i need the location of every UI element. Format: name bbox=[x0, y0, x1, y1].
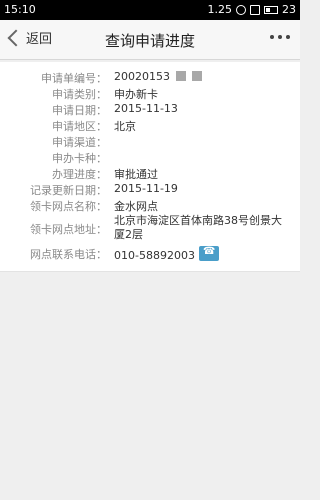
detail-value: 20020153 bbox=[114, 70, 202, 83]
status-icons: 1.25 23 bbox=[208, 3, 297, 16]
detail-label: 领卡网点名称： bbox=[30, 200, 107, 213]
battery-level-text: 1.25 bbox=[207, 3, 233, 16]
app-header: 返回 查询申请进度 bbox=[0, 20, 300, 60]
more-dot-icon bbox=[278, 35, 282, 39]
detail-label: 申请地区： bbox=[52, 120, 107, 133]
detail-value: 北京市海淀区首体南路38号创景大厦2层 bbox=[114, 214, 282, 241]
detail-value: 审批通过 bbox=[114, 168, 158, 181]
detail-value: 北京 bbox=[114, 120, 136, 133]
alarm-icon bbox=[236, 4, 246, 15]
redacted-block bbox=[192, 71, 202, 81]
detail-label: 申请渠道： bbox=[52, 136, 107, 149]
status-bar: 15:10 1.25 23 bbox=[0, 0, 300, 20]
phone-number: 010-58892003 bbox=[114, 249, 195, 262]
battery-icon bbox=[264, 5, 278, 14]
detail-label: 网点联系电话： bbox=[30, 248, 107, 261]
detail-label: 办理进度： bbox=[52, 168, 107, 181]
signal-icon bbox=[250, 4, 260, 15]
detail-label: 记录更新日期： bbox=[30, 184, 107, 197]
detail-value: 申办新卡 bbox=[114, 88, 158, 101]
phone-call-icon[interactable] bbox=[198, 246, 219, 261]
detail-value: 2015-11-19 bbox=[114, 182, 178, 195]
detail-label: 领卡网点地址： bbox=[30, 223, 107, 236]
application-detail-card: 申请单编号： 20020153 申请类别： 申办新卡 申请日期： 2015-11… bbox=[0, 62, 300, 272]
detail-value: 金水网点 bbox=[114, 200, 158, 213]
battery-percent-text: 23 bbox=[282, 3, 296, 16]
detail-label: 申办卡种： bbox=[52, 152, 107, 165]
detail-label: 申请单编号： bbox=[41, 72, 107, 85]
application-number: 20020153 bbox=[114, 70, 170, 83]
more-dot-icon bbox=[286, 35, 290, 39]
detail-label: 申请日期： bbox=[52, 104, 107, 117]
page-title: 查询申请进度 bbox=[104, 32, 195, 50]
redacted-block bbox=[176, 71, 186, 81]
status-time: 15:10 bbox=[4, 3, 36, 16]
detail-label: 申请类别： bbox=[52, 88, 107, 101]
more-dot-icon bbox=[270, 35, 274, 39]
detail-value: 2015-11-13 bbox=[114, 102, 178, 115]
more-options-button[interactable] bbox=[270, 35, 290, 39]
detail-value: 010-58892003 bbox=[114, 246, 219, 262]
